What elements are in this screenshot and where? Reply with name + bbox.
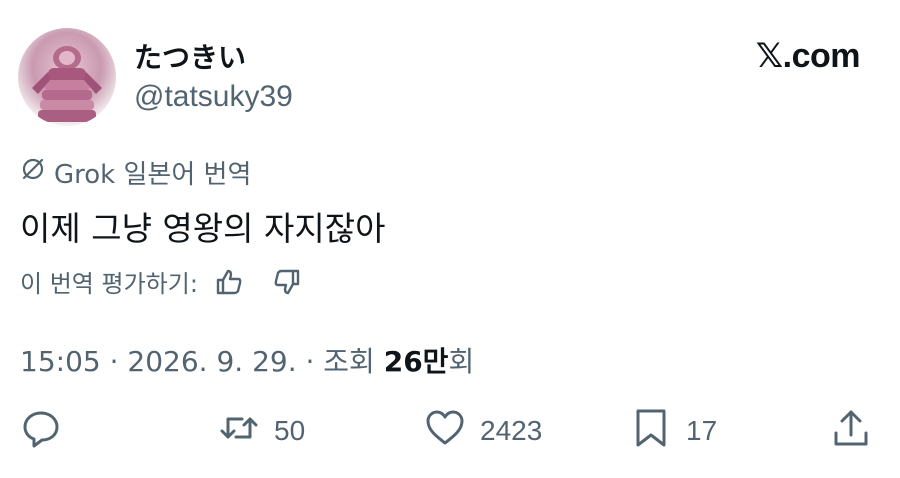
x-logo: 𝕏.com xyxy=(755,37,861,75)
view-count: 26만 xyxy=(383,345,449,378)
author-handle[interactable]: @tatsuky39 xyxy=(134,80,293,114)
retweet-icon xyxy=(218,407,260,456)
thumbs-down-icon[interactable] xyxy=(272,267,302,297)
like-count: 2423 xyxy=(480,415,543,446)
tweet-timestamp[interactable]: 15:05 · 2026. 9. 29. · 조회 xyxy=(20,345,384,378)
rate-translation-row: 이 번역 평가하기: xyxy=(20,264,302,299)
author-display-name[interactable]: たつきい xyxy=(134,36,246,76)
like-button[interactable]: 2423 xyxy=(424,406,542,456)
translation-label: Grok 일본어 번역 xyxy=(54,160,252,190)
bookmark-button[interactable]: 17 xyxy=(630,406,717,456)
rate-translation-label: 이 번역 평가하기: xyxy=(20,270,198,298)
thumbs-up-icon[interactable] xyxy=(214,267,244,297)
grok-icon xyxy=(20,156,46,189)
action-bar: 50 2423 17 xyxy=(0,406,900,456)
share-button[interactable] xyxy=(830,406,872,456)
bookmark-count: 17 xyxy=(686,415,718,446)
reply-button[interactable] xyxy=(20,406,76,456)
view-count-suffix: 회 xyxy=(448,345,475,378)
tweet-text: 이제 그냥 영왕의 자지잖아 xyxy=(20,209,386,248)
avatar[interactable] xyxy=(18,28,116,126)
retweet-count: 50 xyxy=(274,415,306,446)
heart-icon xyxy=(424,407,466,456)
share-icon xyxy=(830,407,872,456)
bookmark-icon xyxy=(630,407,672,456)
tweet-meta: 15:05 · 2026. 9. 29. · 조회 26만회 xyxy=(20,340,474,380)
avatar-image xyxy=(32,46,102,122)
reply-icon xyxy=(20,407,62,456)
translation-label-row: Grok 일본어 번역 xyxy=(20,154,251,191)
retweet-button[interactable]: 50 xyxy=(218,406,305,456)
